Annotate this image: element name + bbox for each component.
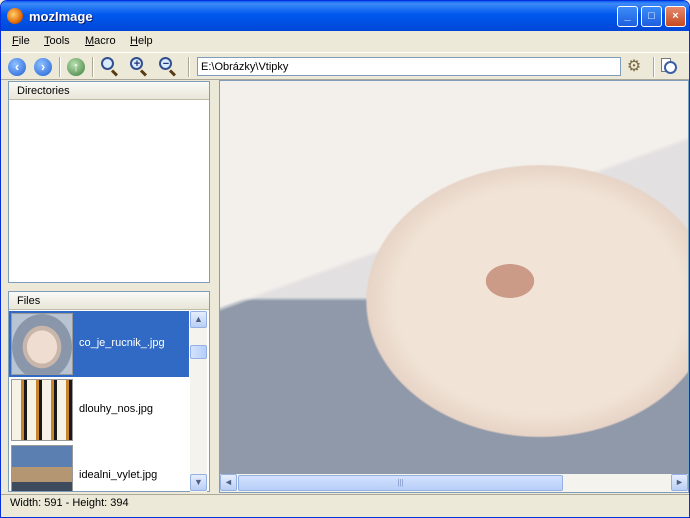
settings-gear-icon[interactable]: ⚙	[625, 58, 643, 76]
horizontal-scrollbar[interactable]: ◄ ||| ►	[220, 474, 688, 492]
maximize-button[interactable]: □	[641, 6, 662, 27]
menu-tools[interactable]: Tools	[44, 35, 70, 47]
file-name: dlouhy_nos.jpg	[79, 403, 154, 415]
menu-macro[interactable]: Macro	[85, 35, 116, 47]
close-button[interactable]: ×	[665, 6, 686, 27]
up-icon: ↑	[67, 58, 85, 76]
scroll-up-button[interactable]: ▲	[190, 311, 207, 328]
scroll-right-button[interactable]: ►	[671, 474, 688, 491]
path-input[interactable]	[197, 57, 621, 76]
toolbar-separator	[188, 57, 190, 77]
zoom-fit-button[interactable]	[99, 56, 121, 78]
scroll-left-button[interactable]: ◄	[220, 474, 237, 491]
minimize-button[interactable]: _	[617, 6, 638, 27]
scroll-thumb[interactable]	[190, 345, 207, 359]
toolbar-separator	[59, 57, 61, 77]
files-header: Files	[9, 292, 209, 310]
zoom-out-button[interactable]: −	[157, 56, 179, 78]
files-panel: Files co_je_rucnik_.jpg dlouhy_nos.jpg i…	[8, 291, 210, 492]
zoom-in-icon: +	[128, 56, 150, 78]
file-item[interactable]: co_je_rucnik_.jpg	[9, 311, 189, 377]
horizontal-scroll-thumb[interactable]: |||	[238, 475, 563, 491]
zoom-in-button[interactable]: +	[128, 56, 150, 78]
file-name: idealni_vylet.jpg	[79, 469, 158, 481]
forward-icon: ›	[34, 58, 52, 76]
file-thumbnail	[11, 313, 73, 375]
app-window: mozImage _ □ × File Tools Macro Help ‹ ›…	[0, 0, 690, 518]
file-thumbnail	[11, 445, 73, 491]
file-name: co_je_rucnik_.jpg	[79, 337, 165, 349]
file-item[interactable]: idealni_vylet.jpg	[9, 443, 189, 491]
window-title: mozImage	[29, 9, 93, 24]
menu-bar: File Tools Macro Help	[1, 31, 689, 52]
files-vertical-scrollbar[interactable]: ▲ ▼	[190, 311, 207, 492]
back-icon: ‹	[8, 58, 26, 76]
directories-header: Directories	[9, 82, 209, 100]
forward-button[interactable]: ›	[32, 56, 54, 78]
back-button[interactable]: ‹	[6, 56, 28, 78]
status-bar: Width: 591 - Height: 394	[1, 494, 689, 517]
image-viewer: ◄ ||| ►	[219, 80, 689, 493]
toolbar-separator	[653, 57, 655, 77]
zoom-out-icon: −	[157, 56, 179, 78]
menu-help[interactable]: Help	[130, 35, 153, 47]
title-bar[interactable]: mozImage _ □ ×	[1, 1, 689, 31]
toolbar: ‹ › ↑ + − ⚙	[1, 52, 689, 80]
menu-file[interactable]: File	[12, 35, 30, 47]
image-preview	[220, 81, 688, 474]
firefox-app-icon	[7, 8, 23, 24]
scroll-down-button[interactable]: ▼	[190, 474, 207, 491]
image-dimensions-status: Width: 591 - Height: 394	[10, 497, 129, 509]
file-item[interactable]: dlouhy_nos.jpg	[9, 377, 189, 443]
toolbar-separator	[92, 57, 94, 77]
directories-panel: Directories	[8, 81, 210, 283]
up-button[interactable]: ↑	[65, 56, 87, 78]
slideshow-clock-icon[interactable]	[661, 58, 679, 76]
file-thumbnail	[11, 379, 73, 441]
zoom-fit-icon	[99, 56, 121, 78]
